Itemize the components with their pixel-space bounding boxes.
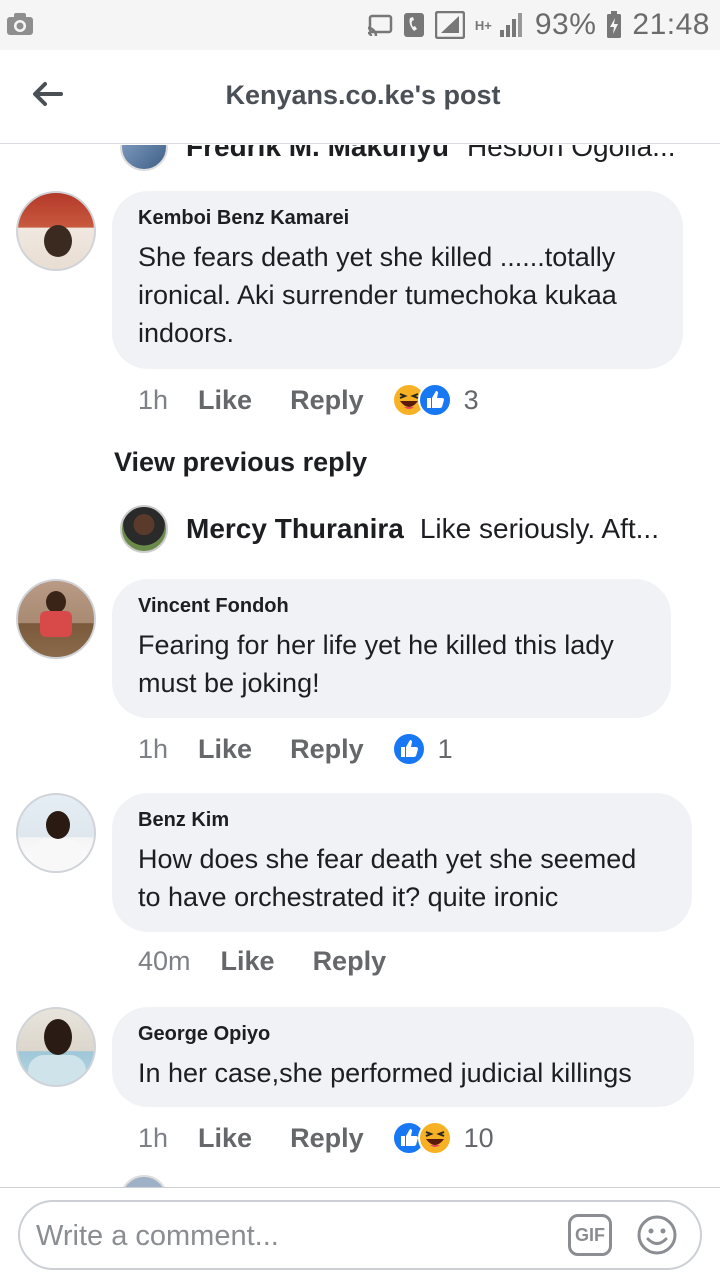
comment-text: She fears death yet she killed ......tot… (138, 242, 617, 348)
reaction-count: 10 (463, 1122, 494, 1153)
camera-icon (7, 13, 33, 35)
reply-button[interactable]: Reply (313, 946, 387, 977)
reply-author[interactable]: Mercy Thuranira (186, 513, 404, 545)
comment-text: How does she fear death yet she seemed t… (138, 844, 637, 912)
phone-icon (403, 13, 424, 37)
comment-actions: 40m Like Reply (138, 946, 424, 977)
avatar[interactable] (120, 505, 168, 553)
comment-actions: 1h Like Reply 1 (138, 732, 453, 766)
view-previous-reply-link[interactable]: View previous reply (114, 447, 367, 478)
like-button[interactable]: Like (198, 385, 252, 416)
battery-percent: 93% (534, 8, 597, 41)
comment-text: In her case,she performed judicial killi… (138, 1058, 632, 1088)
reaction-count: 1 (437, 733, 453, 764)
avatar[interactable] (16, 1007, 96, 1087)
reply-text: Hesbon Ogolla... (466, 145, 676, 162)
avatar[interactable] (16, 793, 96, 873)
signal-icon (499, 13, 522, 37)
comment-bubble[interactable]: Kemboi Benz Kamarei She fears death yet … (112, 191, 683, 369)
comment-bubble[interactable]: George Opiyo In her case,she performed j… (112, 1007, 694, 1107)
like-button[interactable]: Like (221, 946, 275, 977)
battery-icon (607, 11, 622, 38)
comment-bubble[interactable]: Vincent Fondoh Fearing for her life yet … (112, 579, 671, 718)
haha-reaction-icon (417, 1121, 452, 1155)
network-type: H+ (474, 17, 492, 33)
reply-button[interactable]: Reply (290, 385, 364, 416)
reply-preview[interactable]: Mercy Thuranira Like seriously. Aft... (120, 505, 680, 553)
reply-author[interactable]: Fredrik M. Makunyu (186, 145, 449, 163)
clock: 21:48 (632, 8, 710, 41)
status-bar: H+ 93% 21:48 (0, 0, 720, 50)
reply-preview-top[interactable]: Fredrik M. Makunyu Hesbon Ogolla... (120, 145, 676, 171)
comment-author[interactable]: Kemboi Benz Kamarei (138, 207, 657, 230)
comment-time[interactable]: 1h (138, 1123, 168, 1154)
comment-time[interactable]: 1h (138, 385, 168, 416)
comments-list[interactable]: Fredrik M. Makunyu Hesbon Ogolla... Kemb… (0, 145, 720, 1187)
smiley-icon[interactable] (636, 1214, 678, 1256)
comment-bubble[interactable]: Benz Kim How does she fear death yet she… (112, 793, 692, 932)
avatar[interactable] (16, 579, 96, 659)
cast-icon (367, 14, 393, 36)
reaction-summary[interactable]: 10 (391, 1121, 494, 1155)
avatar[interactable] (120, 1175, 168, 1187)
page-title: Kenyans.co.ke's post (225, 80, 501, 110)
comment-composer: Write a comment... GIF (0, 1187, 720, 1280)
comment-author[interactable]: Vincent Fondoh (138, 595, 645, 618)
post-header: Kenyans.co.ke's post (0, 50, 720, 144)
reply-text: Like seriously. Aft... (419, 513, 659, 544)
gif-button[interactable]: GIF (568, 1214, 612, 1256)
avatar[interactable] (120, 145, 168, 171)
like-reaction-icon (391, 732, 426, 766)
comment-author[interactable]: George Opiyo (138, 1023, 668, 1046)
comment-actions: 1h Like Reply 10 (138, 1121, 494, 1155)
sim-signal-icon (434, 11, 465, 39)
reaction-count: 3 (463, 384, 479, 415)
reply-button[interactable]: Reply (290, 1123, 364, 1154)
comment-placeholder: Write a comment... (36, 1220, 279, 1252)
avatar[interactable] (16, 191, 96, 271)
reply-button[interactable]: Reply (290, 734, 364, 765)
like-reaction-icon (417, 383, 452, 417)
comment-input[interactable]: Write a comment... GIF (18, 1200, 702, 1270)
like-button[interactable]: Like (198, 734, 252, 765)
comment-text: Fearing for her life yet he killed this … (138, 630, 614, 698)
comment-time[interactable]: 1h (138, 734, 168, 765)
comment-time[interactable]: 40m (138, 946, 191, 977)
comment-actions: 1h Like Reply 3 (138, 383, 479, 417)
reaction-summary[interactable]: 1 (391, 732, 453, 766)
reaction-summary[interactable]: 3 (391, 383, 479, 417)
like-button[interactable]: Like (198, 1123, 252, 1154)
comment-author[interactable]: Benz Kim (138, 809, 666, 832)
